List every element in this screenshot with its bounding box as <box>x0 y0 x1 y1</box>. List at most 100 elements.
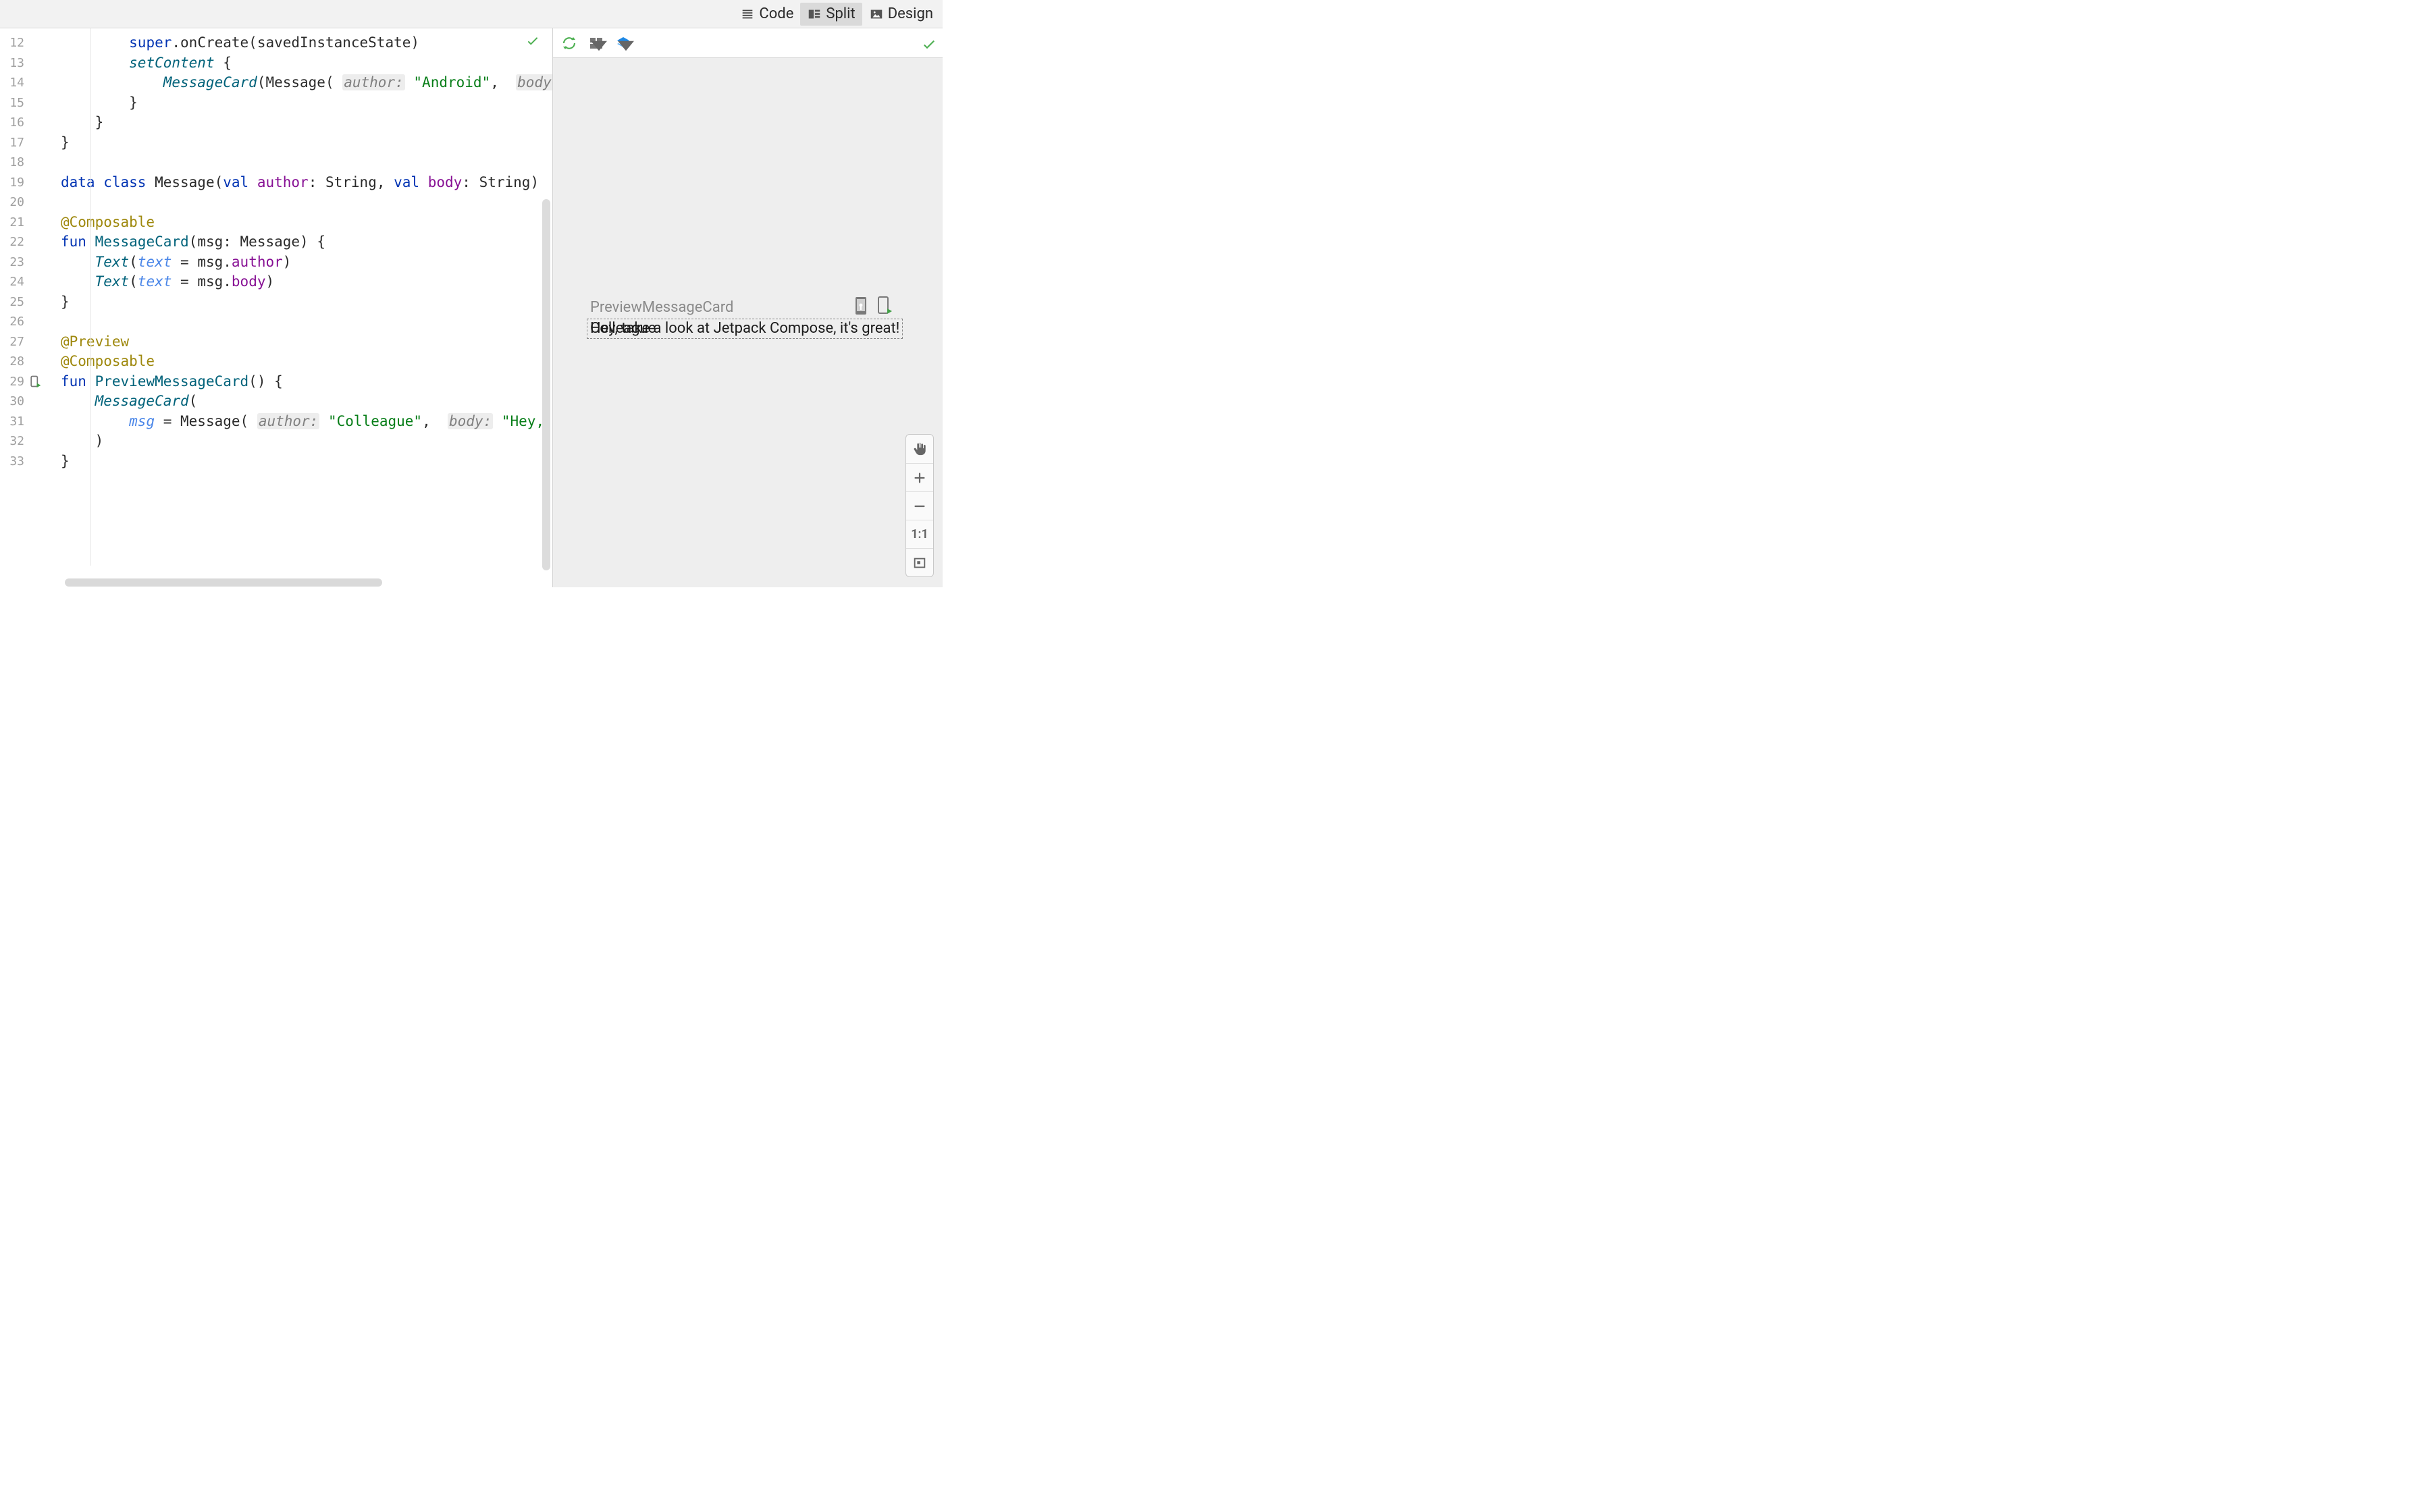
code-line[interactable] <box>61 312 552 332</box>
gutter-line[interactable]: 23 <box>4 252 61 273</box>
line-number: 30 <box>4 394 24 408</box>
code-line[interactable]: data class Message(val author: String, v… <box>61 173 552 193</box>
code-line[interactable]: @Composable <box>61 213 552 233</box>
gutter-line[interactable]: 19 <box>4 173 61 193</box>
code-line[interactable]: fun PreviewMessageCard() { <box>61 372 552 392</box>
code-line[interactable]: } <box>61 93 552 113</box>
line-number: 31 <box>4 414 24 429</box>
editor-vertical-scrollbar[interactable] <box>542 199 550 570</box>
line-number: 13 <box>4 56 24 70</box>
gutter-line[interactable]: 27 <box>4 332 61 352</box>
line-number: 19 <box>4 176 24 190</box>
code-editor-pane: 12 13 14 15 16 17 18 19 20 21 22 23 24 25 26 27 28 29 30 31… <box>0 28 552 587</box>
gutter-line[interactable]: 24 <box>4 272 61 292</box>
line-number: 26 <box>4 315 24 329</box>
gutter-line[interactable]: 14 <box>4 73 61 93</box>
zoom-in-icon[interactable] <box>906 463 933 491</box>
gutter-line[interactable]: 17 <box>4 133 61 153</box>
line-number: 33 <box>4 454 24 468</box>
code-line[interactable] <box>61 153 552 173</box>
line-number: 24 <box>4 275 24 289</box>
preview-item-actions <box>853 296 892 316</box>
code-line[interactable]: ) <box>61 431 552 452</box>
gutter-line[interactable]: 16 <box>4 113 61 133</box>
code-line[interactable]: MessageCard(Message( author: "Android", … <box>61 73 552 93</box>
gutter-line[interactable]: 32 <box>4 431 61 452</box>
view-tab-code[interactable]: Code <box>733 3 800 26</box>
zoom-out-icon[interactable] <box>906 491 933 520</box>
gutter-line[interactable]: 21 <box>4 213 61 233</box>
zoom-controls: 1:1 <box>905 434 934 577</box>
gutter-line[interactable]: 31 <box>4 412 61 432</box>
editor-body[interactable]: 12 13 14 15 16 17 18 19 20 21 22 23 24 25 26 27 28 29 30 31… <box>0 28 552 576</box>
gutter-divider <box>90 28 91 566</box>
code-line[interactable]: MessageCard( <box>61 392 552 412</box>
preview-canvas[interactable]: PreviewMessageCard Hey, take a look at J… <box>553 58 943 587</box>
view-tab-label: Code <box>759 5 793 22</box>
view-tab-design[interactable]: Design <box>862 3 940 26</box>
gutter-line[interactable]: 28 <box>4 352 61 372</box>
zoom-100-icon[interactable]: 1:1 <box>906 520 933 548</box>
view-tab-split[interactable]: Split <box>800 3 862 26</box>
code-line[interactable]: super.onCreate(savedInstanceState) <box>61 33 552 53</box>
gutter-line[interactable]: 30 <box>4 392 61 412</box>
line-number: 29 <box>4 375 24 389</box>
line-number: 16 <box>4 115 24 130</box>
gutter-line[interactable]: 26 <box>4 312 61 332</box>
gutter-line[interactable]: 18 <box>4 153 61 173</box>
code-line[interactable]: Text(text = msg.author) <box>61 252 552 273</box>
surface-icon[interactable] <box>587 34 606 53</box>
code-line[interactable]: @Preview <box>61 332 552 352</box>
view-tab-label: Design <box>888 5 933 22</box>
rendered-author-text: Colleague <box>590 321 656 336</box>
code-line[interactable]: } <box>61 452 552 472</box>
preview-composable-name: PreviewMessageCard <box>590 299 733 316</box>
preview-pane: PreviewMessageCard Hey, take a look at J… <box>552 28 943 587</box>
preview-ok-icon[interactable] <box>921 36 936 51</box>
line-number: 32 <box>4 434 24 448</box>
gutter-line[interactable]: 29 <box>4 372 61 392</box>
lines-icon <box>740 7 755 22</box>
analysis-ok-icon[interactable] <box>525 33 540 48</box>
interactive-preview-icon[interactable] <box>853 296 869 316</box>
pan-icon[interactable] <box>906 435 933 463</box>
refresh-icon[interactable] <box>560 34 579 53</box>
fit-icon[interactable] <box>906 548 933 576</box>
code-line[interactable]: } <box>61 113 552 133</box>
code-line[interactable]: } <box>61 133 552 153</box>
code-line[interactable] <box>61 192 552 213</box>
code-line[interactable]: @Composable <box>61 352 552 372</box>
code-line[interactable]: Text(text = msg.body) <box>61 272 552 292</box>
line-number: 15 <box>4 96 24 110</box>
gutter-line[interactable]: 13 <box>4 53 61 74</box>
line-number-gutter: 12 13 14 15 16 17 18 19 20 21 22 23 24 25 26 27 28 29 30 31… <box>0 28 61 576</box>
gutter-line[interactable]: 20 <box>4 192 61 213</box>
deploy-preview-icon[interactable] <box>876 296 892 316</box>
gutter-line[interactable]: 15 <box>4 93 61 113</box>
gutter-line[interactable]: 12 <box>4 33 61 53</box>
editor-horizontal-scrollbar-thumb[interactable] <box>65 578 382 587</box>
gutter-line[interactable]: 33 <box>4 452 61 472</box>
line-number: 22 <box>4 235 24 249</box>
view-mode-tabs: Code Split Design <box>0 0 943 28</box>
gutter-line[interactable]: 25 <box>4 292 61 313</box>
code-line[interactable]: msg = Message( author: "Colleague", body… <box>61 412 552 432</box>
line-number: 20 <box>4 195 24 209</box>
layers-icon[interactable] <box>614 34 633 53</box>
line-number: 14 <box>4 76 24 90</box>
editor-horizontal-scrollbar-track[interactable] <box>0 576 552 587</box>
code-line[interactable]: } <box>61 292 552 313</box>
view-tab-label: Split <box>826 5 855 22</box>
line-number: 12 <box>4 36 24 50</box>
preview-toolbar <box>553 28 943 58</box>
line-number: 18 <box>4 155 24 169</box>
code-line[interactable]: fun MessageCard(msg: Message) { <box>61 232 552 252</box>
gutter-line[interactable]: 22 <box>4 232 61 252</box>
code-area[interactable]: super.onCreate(savedInstanceState) setCo… <box>61 28 552 576</box>
line-number: 17 <box>4 136 24 150</box>
line-number: 27 <box>4 335 24 349</box>
line-number: 25 <box>4 295 24 309</box>
rendered-preview[interactable]: Hey, take a look at Jetpack Compose, it'… <box>587 319 903 339</box>
run-preview-gutter-icon[interactable] <box>28 375 42 388</box>
code-line[interactable]: setContent { <box>61 53 552 74</box>
